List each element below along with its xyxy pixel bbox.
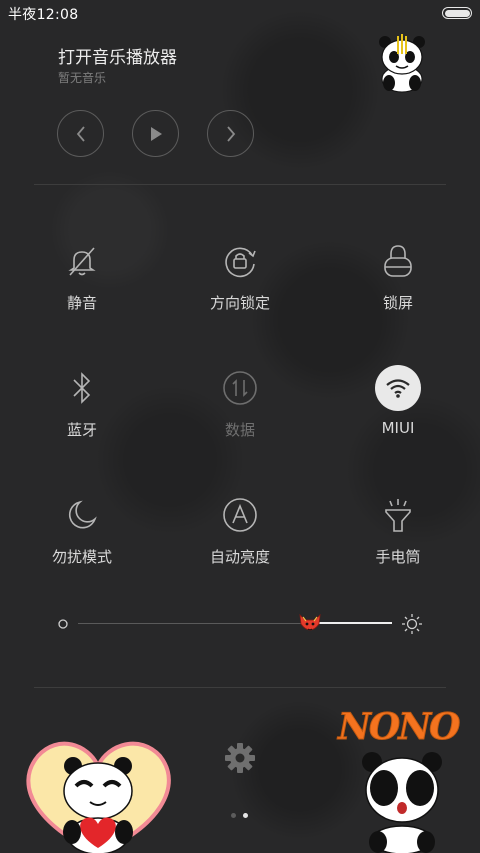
bell-off-icon xyxy=(68,247,96,276)
toggle-mobile-data[interactable]: 数据 xyxy=(180,365,300,440)
rotation-lock-icon xyxy=(225,247,256,278)
bluetooth-icon xyxy=(73,372,91,404)
nono-sticker-text: NONO xyxy=(338,706,462,749)
flashlight-icon xyxy=(385,499,411,532)
divider xyxy=(34,687,446,688)
battery-icon xyxy=(442,7,472,19)
moon-icon xyxy=(68,500,97,529)
next-button[interactable] xyxy=(207,110,254,157)
page-dot xyxy=(243,813,248,818)
toggle-rotation-lock[interactable]: 方向锁定 xyxy=(180,238,300,313)
toggle-label: 数据 xyxy=(224,421,255,439)
toggle-mute[interactable]: 静音 xyxy=(22,238,142,313)
lock-icon xyxy=(384,245,412,277)
toggle-label: 锁屏 xyxy=(382,294,413,312)
toggle-label: MIUI xyxy=(381,419,415,437)
toggle-do-not-disturb[interactable]: 勿扰模式 xyxy=(22,492,142,567)
play-icon xyxy=(150,126,162,141)
previous-icon xyxy=(76,125,85,142)
toggle-flashlight[interactable]: 手电筒 xyxy=(338,492,458,567)
page-dot xyxy=(231,813,236,818)
play-button[interactable] xyxy=(132,110,179,157)
panda-heart-sticker-icon xyxy=(26,741,171,853)
mobile-data-icon xyxy=(223,371,257,405)
toggle-auto-brightness[interactable]: 自动亮度 xyxy=(180,492,300,567)
brightness-low-icon xyxy=(58,619,68,629)
previous-button[interactable] xyxy=(57,110,104,157)
toggle-label: 静音 xyxy=(66,294,97,312)
album-art-panda-icon[interactable] xyxy=(376,33,428,93)
toggle-lock-screen[interactable]: 锁屏 xyxy=(338,238,458,313)
toggle-bluetooth[interactable]: 蓝牙 xyxy=(22,365,142,440)
toggle-label: 方向锁定 xyxy=(209,294,270,312)
slider-track[interactable] xyxy=(78,622,392,624)
brightness-high-icon xyxy=(402,614,422,634)
toggle-label: 勿扰模式 xyxy=(51,548,112,566)
status-time: 半夜12:08 xyxy=(8,7,79,23)
brightness-slider[interactable] xyxy=(56,606,426,642)
toggle-label: 手电筒 xyxy=(375,548,421,566)
panda-covering-eyes-sticker-icon xyxy=(362,752,442,853)
gear-icon[interactable] xyxy=(222,740,258,776)
divider xyxy=(34,184,446,185)
toggle-label: 蓝牙 xyxy=(66,421,97,439)
music-player-subtitle: 暂无音乐 xyxy=(58,71,107,85)
toggle-label: 自动亮度 xyxy=(209,548,270,566)
next-icon xyxy=(226,125,235,142)
page-indicator xyxy=(229,812,253,820)
auto-brightness-icon xyxy=(223,498,257,532)
slider-thumb-fox-icon[interactable] xyxy=(297,611,323,637)
wifi-icon xyxy=(386,379,410,398)
music-player-title[interactable]: 打开音乐播放器 xyxy=(58,43,177,68)
toggle-wifi[interactable]: MIUI xyxy=(338,365,458,437)
status-bar: 半夜12:08 xyxy=(0,0,480,26)
